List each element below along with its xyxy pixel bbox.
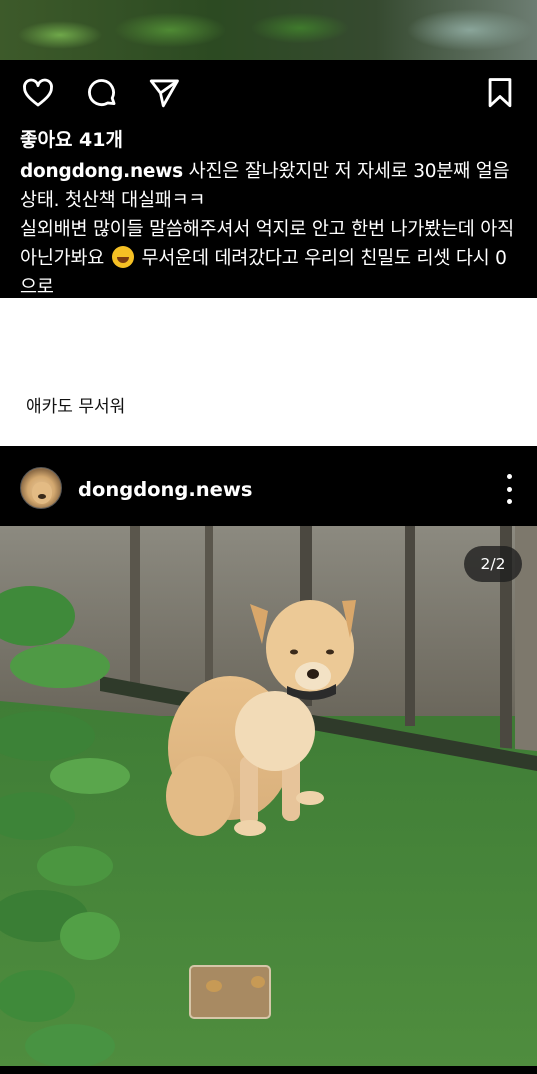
- send-icon[interactable]: [146, 75, 182, 111]
- post-caption-area: 좋아요 41개 dongdong.news 사진은 잘나왔지만 저 자세로 30…: [0, 124, 537, 298]
- bookmark-icon[interactable]: [482, 75, 518, 111]
- carousel-page-indicator: 2/2: [464, 546, 522, 582]
- avatar[interactable]: [20, 467, 62, 509]
- caption-username[interactable]: dongdong.news: [20, 161, 183, 182]
- dog-photo-illustration: [0, 526, 537, 1066]
- comment-icon[interactable]: [84, 75, 120, 111]
- previous-photo-strip: [0, 0, 537, 60]
- heart-icon[interactable]: [20, 75, 56, 111]
- post-header: dongdong.news: [0, 446, 537, 526]
- likes-count[interactable]: 좋아요 41개: [20, 126, 517, 154]
- post-username[interactable]: dongdong.news: [78, 478, 253, 501]
- post-action-bar: [0, 60, 537, 124]
- laughing-emoji-icon: [111, 246, 134, 268]
- caption-text: dongdong.news 사진은 잘나왔지만 저 자세로 30분째 얼음 상태…: [20, 157, 517, 302]
- more-options-icon[interactable]: [500, 474, 518, 504]
- bottom-edge: [0, 1066, 537, 1074]
- comment-text: 애카도 무서워: [26, 397, 126, 417]
- post-photo[interactable]: [0, 526, 537, 1066]
- comment-strip: 애카도 무서워: [0, 298, 537, 446]
